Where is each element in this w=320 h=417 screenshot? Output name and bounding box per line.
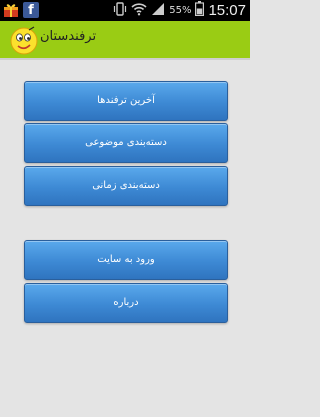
- app-title-bar: ترفندستان: [0, 21, 250, 58]
- latest-tricks-button[interactable]: آخرین ترفندها: [24, 81, 228, 121]
- title-divider: [0, 58, 250, 60]
- about-button[interactable]: درباره: [24, 283, 228, 323]
- wifi-icon: [131, 1, 147, 20]
- login-to-site-button[interactable]: ورود به سایت: [24, 240, 228, 280]
- notification-icons: f: [3, 2, 39, 18]
- topic-categories-button[interactable]: دسته‌بندی موضوعی: [24, 123, 228, 163]
- status-bar: f 55% 15:07: [0, 0, 250, 21]
- battery-percent: 55%: [169, 5, 192, 16]
- vibrate-icon: [113, 1, 127, 20]
- gift-icon: [3, 2, 19, 18]
- app-title: ترفندستان: [40, 29, 97, 44]
- time-categories-button[interactable]: دسته‌بندی زمانی: [24, 166, 228, 206]
- clock: 15:07: [208, 2, 246, 19]
- battery-icon: [195, 1, 205, 20]
- smiley-logo-icon: [8, 24, 40, 56]
- system-indicators: 55% 15:07: [113, 0, 246, 21]
- facebook-icon: f: [23, 2, 39, 18]
- signal-icon: [151, 1, 165, 20]
